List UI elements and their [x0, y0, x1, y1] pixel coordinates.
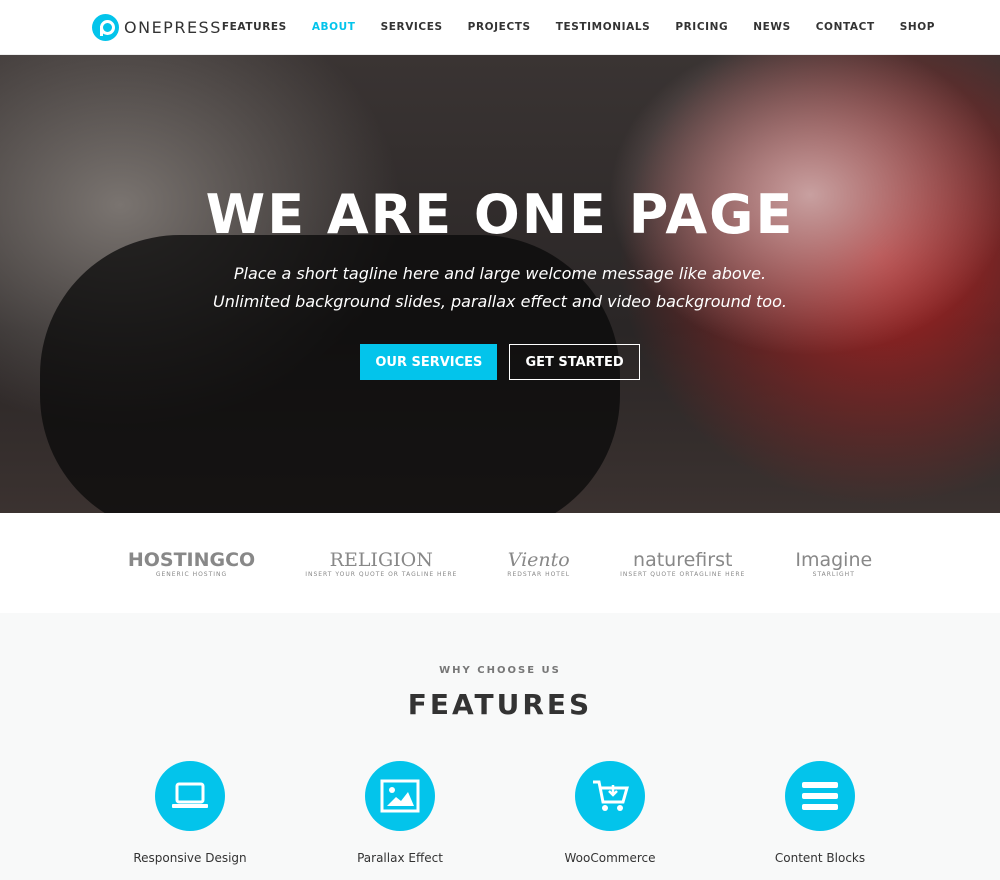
nav-pricing[interactable]: PRICING [675, 21, 728, 33]
features-section: WHY CHOOSE US FEATURES Responsive Design… [0, 613, 1000, 865]
feature-label: WooCommerce [564, 851, 656, 865]
client-logo-naturefirst: naturefirst INSERT QUOTE ORTAGLINE HERE [620, 548, 746, 578]
logo[interactable]: ONEPRESS [92, 13, 222, 41]
client-logo-imagine: Imagine STARLIGHT [795, 548, 873, 578]
bars-icon [802, 782, 838, 810]
features-title: FEATURES [407, 688, 593, 721]
site-header: ONEPRESS FEATURES ABOUT SERVICES PROJECT… [0, 0, 1000, 55]
feature-label: Content Blocks [774, 851, 866, 865]
tagline-line-2: Unlimited background slides, parallax ef… [213, 292, 787, 311]
feature-label: Parallax Effect [357, 851, 443, 865]
client-logo-hostingco: HOSTINGCO GENERIC HOSTING [127, 548, 256, 578]
our-services-button[interactable]: OUR SERVICES [360, 344, 498, 380]
logo-icon [92, 13, 119, 41]
nav-news[interactable]: NEWS [753, 21, 791, 33]
nav-contact[interactable]: CONTACT [816, 21, 875, 33]
hero-tagline: Place a short tagline here and large wel… [0, 260, 1000, 316]
cart-icon [593, 780, 629, 811]
nav-projects[interactable]: PROJECTS [468, 21, 531, 33]
client-logo-viento: Viento REDSTAR HOTEL [507, 548, 571, 578]
feature-item: Parallax Effect [357, 761, 443, 865]
nav-about[interactable]: ABOUT [312, 21, 356, 33]
nav-features[interactable]: FEATURES [222, 21, 287, 33]
client-logo-religion: RELIGION INSERT YOUR QUOTE OR TAGLINE HER… [305, 548, 458, 578]
get-started-button[interactable]: GET STARTED [509, 344, 640, 380]
client-logos: HOSTINGCO GENERIC HOSTING RELIGION INSERT … [0, 513, 1000, 613]
main-nav: FEATURES ABOUT SERVICES PROJECTS TESTIMO… [222, 21, 935, 33]
feature-label: Responsive Design [133, 851, 247, 865]
nav-shop[interactable]: SHOP [900, 21, 935, 33]
hero-title: WE ARE ONE PAGE [205, 183, 795, 246]
brand-name: ONEPRESS [124, 17, 222, 37]
nav-testimonials[interactable]: TESTIMONIALS [556, 21, 651, 33]
features-subtitle: WHY CHOOSE US [439, 665, 561, 676]
image-icon [380, 779, 420, 813]
hero: WE ARE ONE PAGE Place a short tagline he… [0, 55, 1000, 513]
laptop-icon [172, 782, 208, 808]
nav-services[interactable]: SERVICES [381, 21, 443, 33]
feature-item: Responsive Design [133, 761, 247, 865]
feature-item: WooCommerce [565, 761, 656, 865]
tagline-line-1: Place a short tagline here and large wel… [233, 264, 767, 283]
feature-item: Content Blocks [775, 761, 865, 865]
